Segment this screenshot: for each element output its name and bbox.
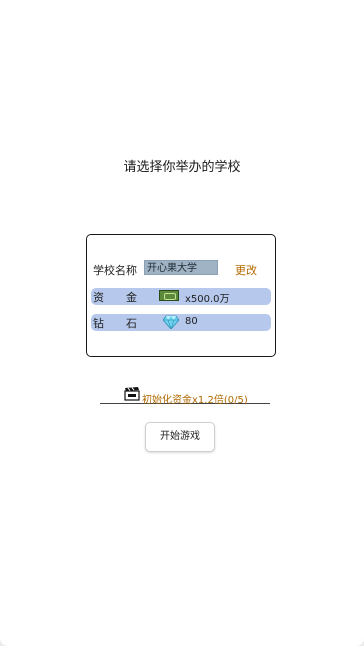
diamonds-label-2: 石 [126, 317, 137, 330]
funds-label-1: 资 [93, 291, 104, 304]
school-name-label: 学校名称 [93, 264, 137, 277]
diamonds-value: 80 [185, 316, 198, 327]
funds-label-2: 金 [126, 291, 137, 304]
funds-value: x500.0万 [185, 294, 230, 305]
page-title: 请选择你举办的学校 [123, 160, 241, 175]
game-screen: 请选择你举办的学校 学校名称 开心果大学 更改 资 金 x500.0万 钻 石 [0, 0, 364, 646]
diamonds-label-1: 钻 [93, 317, 104, 330]
film-icon [124, 387, 140, 404]
bonus-hint-text: 初始化资金x1.2倍(0/5) [142, 395, 248, 406]
money-icon [159, 290, 179, 301]
bonus-hint[interactable]: 初始化资金x1.2倍(0/5) [100, 387, 270, 406]
change-name-button[interactable]: 更改 [235, 262, 257, 278]
diamonds-row: 钻 石 80 [91, 314, 271, 331]
diamond-icon [163, 315, 179, 329]
school-card: 学校名称 开心果大学 更改 资 金 x500.0万 钻 石 80 [86, 234, 276, 357]
school-name-field[interactable]: 开心果大学 [144, 260, 218, 275]
funds-row: 资 金 x500.0万 [91, 288, 271, 305]
school-name-row: 学校名称 开心果大学 更改 [93, 260, 271, 278]
start-game-button[interactable]: 开始游戏 [145, 422, 215, 452]
